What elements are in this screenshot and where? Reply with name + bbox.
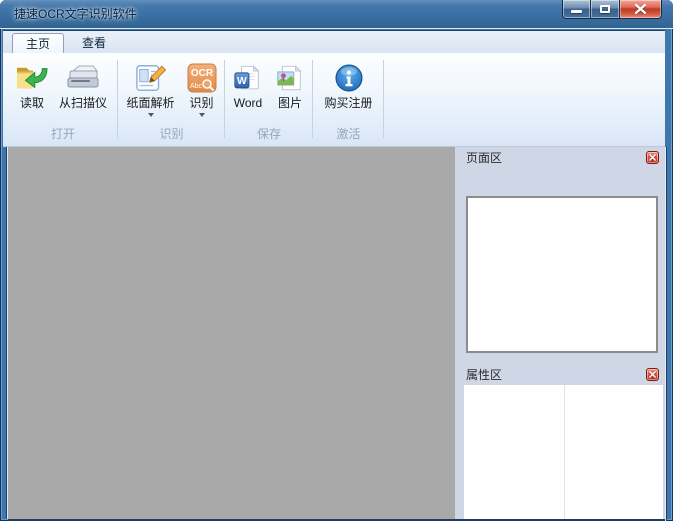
from-scanner-button-label: 从扫描仪 (58, 96, 107, 110)
ribbon: 读取 从扫描仪 打开 纸面解析 OCR Abc 识别 识别 W Word 图片 … (3, 53, 665, 147)
page-area-title: 页面区 (466, 151, 503, 165)
property-area-title: 属性区 (466, 368, 503, 382)
info-icon (335, 60, 363, 96)
read-button-label: 读取 (19, 96, 44, 110)
svg-text:OCR: OCR (190, 68, 213, 79)
page-analyze-icon (135, 60, 167, 96)
svg-text:Abc: Abc (189, 83, 202, 90)
chevron-down-icon[interactable] (198, 113, 205, 117)
tab-home[interactable]: 主页 (12, 33, 64, 54)
tab-view[interactable]: 查看 (69, 33, 119, 54)
window-title: 捷速OCR文字识别软件 (14, 7, 137, 21)
chevron-down-icon[interactable] (147, 113, 154, 117)
recognize-button-label: 识别 (189, 96, 214, 110)
ocr-icon: OCR Abc (187, 60, 217, 96)
page-analyze-button[interactable]: 纸面解析 (122, 58, 180, 117)
save-picture-button-label: 图片 (277, 96, 302, 110)
ribbon-group-recognize: 纸面解析 OCR Abc 识别 识别 (118, 53, 225, 146)
group-label-activate: 激活 (336, 127, 361, 141)
ribbon-tabstrip: 主页 查看 (3, 30, 665, 54)
save-word-button-label: Word (233, 96, 263, 110)
titlebar: 捷速OCR文字识别软件 (0, 0, 673, 29)
ribbon-group-open: 读取 从扫描仪 打开 (8, 53, 118, 146)
svg-text:W: W (237, 76, 247, 87)
page-analyze-button-label: 纸面解析 (126, 96, 175, 110)
close-icon (649, 154, 656, 161)
page-area-close-button[interactable] (646, 151, 659, 164)
close-icon (649, 371, 656, 378)
from-scanner-button[interactable]: 从扫描仪 (53, 58, 113, 110)
ribbon-group-activate: 购买注册 激活 (313, 53, 384, 146)
property-area-panel-header: 属性区 (455, 364, 665, 385)
window-controls (562, 0, 662, 19)
document-canvas (8, 147, 455, 519)
save-word-button[interactable]: W Word (228, 58, 268, 110)
save-picture-button[interactable]: 图片 (270, 58, 310, 110)
ribbon-group-save: W Word 图片 保存 (225, 53, 313, 146)
close-icon (635, 4, 646, 14)
maximize-button[interactable] (591, 0, 620, 19)
minimize-button[interactable] (562, 0, 591, 19)
page-thumbnail-box (466, 196, 658, 353)
scanner-icon (66, 60, 100, 96)
word-doc-icon: W (233, 60, 263, 96)
maximize-icon (600, 5, 610, 13)
close-button[interactable] (620, 0, 662, 19)
group-label-recognize: 识别 (159, 127, 184, 141)
recognize-button[interactable]: OCR Abc 识别 (182, 58, 222, 117)
picture-icon (275, 60, 305, 96)
property-grid-divider (563, 385, 565, 521)
property-area-close-button[interactable] (646, 368, 659, 381)
folder-read-icon (15, 60, 49, 96)
buy-register-button-label: 购买注册 (324, 96, 373, 110)
read-button[interactable]: 读取 (13, 58, 51, 110)
dock-sidebar: 页面区 属性区 (455, 147, 665, 521)
buy-register-button[interactable]: 购买注册 (318, 58, 380, 110)
page-area-panel-header: 页面区 (455, 147, 665, 168)
group-label-save: 保存 (256, 127, 281, 141)
property-grid (464, 385, 663, 521)
app-window: 捷速OCR文字识别软件 主页 查看 读取 从扫描仪 打开 纸面解析 OCR Ab… (0, 0, 673, 521)
minimize-icon (571, 9, 582, 13)
group-label-open: 打开 (50, 127, 75, 141)
